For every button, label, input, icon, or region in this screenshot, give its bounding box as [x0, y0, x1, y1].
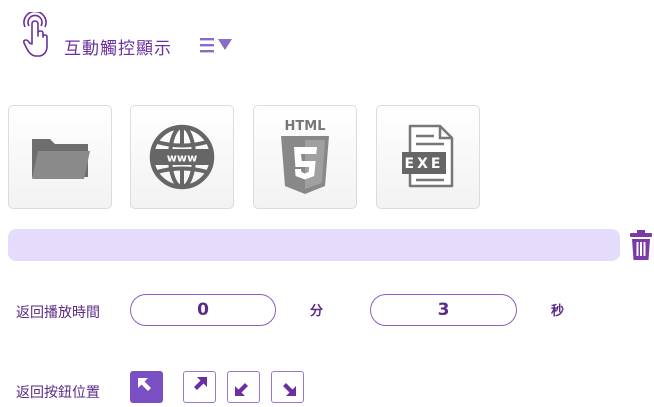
exe-tile[interactable]: EXE: [376, 105, 480, 209]
return-play-time-label: 返回播放時間: [16, 305, 100, 321]
minutes-input[interactable]: 0: [130, 294, 276, 326]
arrow-up-left-icon: [138, 378, 151, 391]
return-button-position-label: 返回按鈕位置: [16, 385, 100, 401]
position-top-left-button[interactable]: [130, 371, 163, 403]
trash-icon[interactable]: [629, 228, 653, 262]
touch-hand-icon: [20, 10, 50, 58]
html5-icon: HTML: [281, 119, 329, 194]
web-tile[interactable]: www: [130, 105, 234, 209]
folder-tile[interactable]: [8, 105, 112, 209]
exe-file-icon: EXE: [402, 124, 454, 188]
list-dropdown-icon[interactable]: [200, 36, 234, 54]
page-title: 互動觸控顯示: [64, 39, 172, 59]
html-text: HTML: [285, 119, 326, 134]
exe-text: EXE: [405, 156, 444, 172]
minutes-unit: 分: [310, 304, 324, 319]
media-path-bar[interactable]: [8, 229, 620, 261]
folder-icon: [32, 139, 90, 179]
arrow-down-left-icon: [235, 383, 248, 396]
position-top-right-button[interactable]: [183, 371, 216, 403]
position-bottom-left-button[interactable]: [227, 371, 260, 403]
arrow-up-right-icon: [194, 377, 207, 390]
seconds-unit: 秒: [551, 304, 565, 319]
arrow-down-right-icon: [283, 383, 296, 396]
html5-tile[interactable]: HTML: [253, 105, 357, 209]
www-globe-icon: www: [149, 124, 215, 190]
seconds-input[interactable]: 3: [370, 294, 517, 326]
position-bottom-right-button[interactable]: [271, 371, 304, 403]
svg-text:www: www: [167, 152, 198, 165]
